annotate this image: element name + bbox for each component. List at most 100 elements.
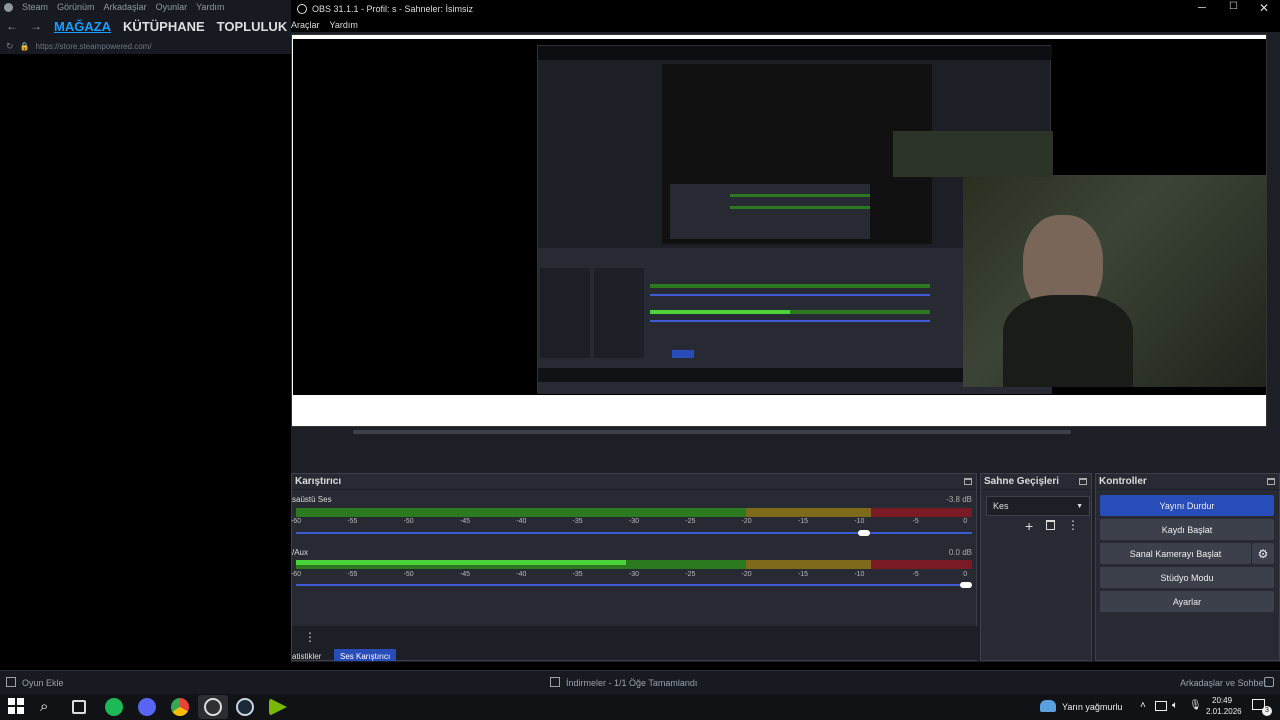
channel-2-ticks: -60 -55 -50 -45 -40 -35 -30 -25 -20 -15 … bbox=[291, 571, 972, 581]
friends-icon bbox=[1264, 677, 1274, 687]
delete-transition-icon[interactable] bbox=[1046, 520, 1055, 530]
clock-date[interactable]: 2.01.2026 bbox=[1206, 707, 1242, 716]
mouse-cursor-icon bbox=[1054, 49, 1060, 59]
tick: -40 bbox=[516, 571, 527, 578]
forward-arrow-icon[interactable]: → bbox=[30, 19, 42, 33]
reload-icon[interactable]: ↻ bbox=[6, 41, 14, 52]
steam-menu-games[interactable]: Oyunlar bbox=[156, 2, 188, 12]
downloads-icon bbox=[550, 677, 560, 687]
tick: -10 bbox=[854, 571, 865, 578]
tick: -5 bbox=[912, 518, 919, 525]
steam-url[interactable]: https://store.steampowered.com/ bbox=[36, 42, 152, 51]
channel-1-meter bbox=[296, 508, 972, 517]
undock-icon[interactable] bbox=[1267, 478, 1275, 485]
tick: -10 bbox=[854, 518, 865, 525]
window-title: OBS 31.1.1 - Profil: s - Sahneler: İsims… bbox=[312, 3, 474, 14]
channel-1-db: -3.8 dB bbox=[946, 495, 972, 504]
preview-scrollbar[interactable] bbox=[353, 430, 1071, 434]
network-icon[interactable] bbox=[1155, 701, 1167, 711]
obs-window: OBS 31.1.1 - Profil: s - Sahneler: İsims… bbox=[291, 0, 1280, 662]
tick: -25 bbox=[685, 518, 696, 525]
obs-logo-icon bbox=[297, 3, 307, 14]
back-arrow-icon[interactable]: ← bbox=[6, 19, 18, 33]
start-recording-button[interactable]: Kaydı Başlat bbox=[1100, 519, 1274, 540]
search-icon[interactable]: ⌕ bbox=[40, 698, 48, 715]
tick: -55 bbox=[347, 518, 358, 525]
tab-audio-mixer[interactable]: Ses Karıştırıcı bbox=[334, 649, 397, 661]
audio-mixer-dock: Karıştırıcı saüstü Ses -3.8 dB -60 -55 -… bbox=[290, 473, 978, 661]
mixer-title-bar: Karıştırıcı bbox=[292, 474, 976, 490]
nav-library[interactable]: KÜTÜPHANE bbox=[123, 19, 205, 34]
weather-text[interactable]: Yarın yağmurlu bbox=[1062, 702, 1122, 712]
maximize-icon[interactable]: ☐ bbox=[1229, 1, 1238, 12]
channel-1-name: saüstü Ses bbox=[292, 495, 332, 504]
controls-title-bar: Kontroller bbox=[1096, 474, 1279, 490]
preview-canvas[interactable] bbox=[291, 34, 1267, 427]
steam-menu-view[interactable]: Görünüm bbox=[57, 2, 95, 12]
tab-stats[interactable]: atistikler bbox=[292, 652, 321, 661]
minimize-icon[interactable]: ─ bbox=[1198, 2, 1206, 14]
settings-button[interactable]: Ayarlar bbox=[1100, 591, 1274, 612]
tick: -30 bbox=[628, 518, 640, 525]
gear-icon[interactable]: ⚙ bbox=[1252, 543, 1274, 564]
nav-community[interactable]: TOPLULUK bbox=[217, 19, 288, 34]
tick: -5 bbox=[912, 571, 919, 578]
nav-store[interactable]: MAĞAZA bbox=[54, 19, 111, 34]
add-game-icon bbox=[6, 677, 16, 687]
steam-menubar: Steam Görünüm Arkadaşlar Oyunlar Yardım bbox=[0, 0, 292, 14]
clock-time[interactable]: 20:49 bbox=[1212, 696, 1232, 705]
channel-2-volume-thumb[interactable] bbox=[960, 582, 972, 588]
obs-icon[interactable] bbox=[204, 698, 222, 716]
chevron-up-icon[interactable]: ˄ bbox=[1140, 700, 1146, 711]
downloads-status[interactable]: İndirmeler - 1/1 Öğe Tamamlandı bbox=[566, 678, 697, 688]
transition-properties-icon[interactable]: ⋮ bbox=[1067, 518, 1079, 532]
chevron-down-icon: ▼ bbox=[1076, 502, 1083, 510]
lock-icon: 🔒 bbox=[19, 41, 30, 51]
controls-dock: Kontroller Yayını Durdur Kaydı Başlat Sa… bbox=[1095, 473, 1280, 661]
discord-icon[interactable] bbox=[138, 698, 156, 716]
steam-menu-steam[interactable]: Steam bbox=[22, 2, 48, 12]
transitions-title: Sahne Geçişleri bbox=[984, 476, 1060, 487]
tick: -40 bbox=[516, 518, 527, 525]
friends-chat-button[interactable]: Arkadaşlar ve Sohbet bbox=[1180, 678, 1266, 688]
steam-icon[interactable] bbox=[236, 698, 254, 716]
channel-2-volume-slider[interactable] bbox=[296, 584, 972, 586]
tick: 0 bbox=[963, 518, 968, 525]
channel-1-volume-slider[interactable] bbox=[296, 532, 972, 534]
transition-select[interactable]: Kes ▼ bbox=[986, 496, 1090, 516]
steam-menu-friends[interactable]: Arkadaşlar bbox=[104, 2, 147, 12]
obs-menubar: Araçlar Yardım bbox=[291, 17, 1280, 32]
taskbar: ⌕ Yarın yağmurlu ˄ 🔈︎ 🎙︎ 20:49 2.01.2026… bbox=[0, 694, 1280, 720]
tick: -35 bbox=[572, 518, 583, 525]
menu-tools[interactable]: Araçlar bbox=[291, 20, 320, 30]
spotify-icon[interactable] bbox=[105, 698, 123, 716]
add-transition-icon[interactable]: + bbox=[1025, 518, 1033, 534]
channel-2-db: 0.0 dB bbox=[948, 548, 972, 557]
task-view-icon[interactable] bbox=[72, 700, 86, 714]
tick: -20 bbox=[741, 518, 752, 525]
undock-icon[interactable] bbox=[1079, 478, 1087, 485]
microphone-icon[interactable]: 🎙︎ bbox=[1189, 700, 1202, 711]
tick: -30 bbox=[628, 571, 640, 578]
webcam-person-body bbox=[1003, 295, 1133, 387]
chrome-icon[interactable] bbox=[171, 698, 189, 716]
steam-menu-help[interactable]: Yardım bbox=[196, 2, 224, 12]
add-game-button[interactable]: Oyun Ekle bbox=[22, 678, 64, 688]
close-icon[interactable]: ✕ bbox=[1259, 1, 1269, 15]
undock-icon[interactable] bbox=[964, 478, 972, 485]
studio-mode-button[interactable]: Stüdyo Modu bbox=[1100, 567, 1274, 588]
tick: -15 bbox=[797, 571, 809, 578]
start-virtual-camera-button[interactable]: Sanal Kamerayı Başlat bbox=[1100, 543, 1251, 564]
mixer-menu-icon[interactable]: ⋮ bbox=[304, 630, 316, 644]
menu-help[interactable]: Yardım bbox=[330, 20, 358, 30]
stop-streaming-button[interactable]: Yayını Durdur bbox=[1100, 495, 1274, 516]
tick: -55 bbox=[347, 571, 358, 578]
nvidia-icon[interactable] bbox=[269, 698, 287, 716]
tick: -60 bbox=[290, 518, 302, 525]
speaker-icon[interactable]: 🔈︎ bbox=[1172, 700, 1178, 711]
channel-1-volume-thumb[interactable] bbox=[857, 530, 870, 536]
windows-start-icon[interactable] bbox=[8, 698, 24, 714]
channel-2-level bbox=[296, 560, 626, 565]
tick: 0 bbox=[963, 571, 968, 578]
preview-content bbox=[293, 39, 1266, 395]
